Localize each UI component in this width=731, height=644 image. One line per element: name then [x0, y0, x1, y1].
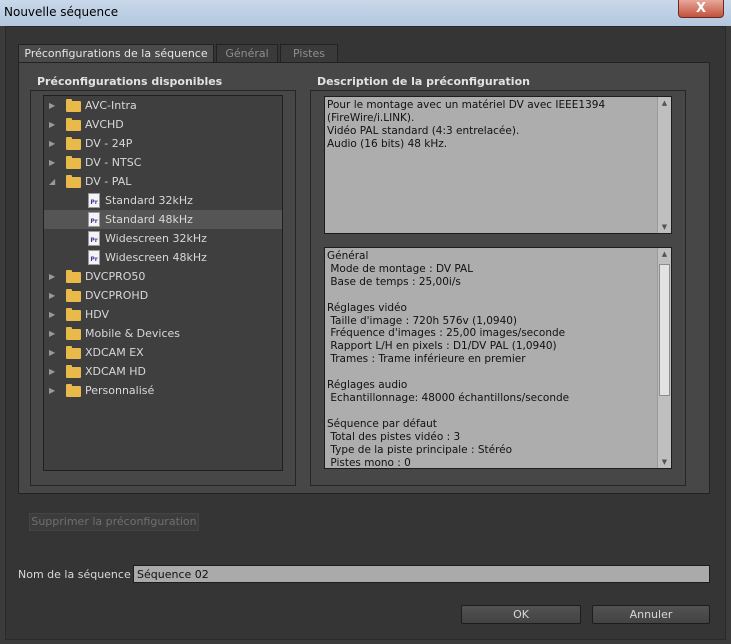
- tree-preset-item[interactable]: Pr Widescreen 32kHz: [44, 229, 282, 248]
- tree-preset-item[interactable]: Pr Standard 48kHz: [44, 210, 282, 229]
- premiere-preset-file-icon: Pr: [88, 212, 100, 227]
- close-icon: X: [695, 1, 707, 16]
- tree-folder-item[interactable]: ▶ Personnalisé: [44, 381, 282, 400]
- tab-tracks[interactable]: Pistes: [280, 44, 338, 62]
- collapsed-arrow-icon[interactable]: ▶: [49, 153, 59, 172]
- folder-icon: [66, 327, 81, 340]
- presets-tree[interactable]: ▶ AVC-Intra ▶ AVCHD ▶ DV - 24P ▶ DV - NTSC ◢ DV -…: [43, 95, 283, 471]
- expanded-arrow-icon[interactable]: ◢: [49, 172, 59, 191]
- tree-folder-item[interactable]: ▶ XDCAM EX: [44, 343, 282, 362]
- tab-general[interactable]: Général: [216, 44, 278, 62]
- tree-item-label: DVCPRO50: [85, 270, 146, 283]
- tree-item-label: Mobile & Devices: [85, 327, 181, 340]
- folder-icon: [66, 270, 81, 283]
- sequence-name-input[interactable]: [133, 565, 710, 583]
- tree-folder-item[interactable]: ▶ DVCPRO50: [44, 267, 282, 286]
- tree-folder-item[interactable]: ▶ HDV: [44, 305, 282, 324]
- collapsed-arrow-icon[interactable]: ▶: [49, 286, 59, 305]
- scroll-down-icon[interactable]: ▼: [658, 456, 671, 468]
- collapsed-arrow-icon[interactable]: ▶: [49, 362, 59, 381]
- description-title: Description de la préconfiguration: [317, 75, 530, 88]
- tree-folder-item[interactable]: ▶ XDCAM HD: [44, 362, 282, 381]
- collapsed-arrow-icon[interactable]: ▶: [49, 381, 59, 400]
- scroll-up-icon[interactable]: ▲: [658, 97, 671, 109]
- folder-icon: [66, 346, 81, 359]
- tree-item-label: DVCPROHD: [85, 289, 149, 302]
- tree-item-label: DV - NTSC: [85, 156, 142, 169]
- folder-icon: [66, 175, 81, 188]
- scroll-up-icon[interactable]: ▲: [658, 248, 671, 260]
- folder-icon: [66, 308, 81, 321]
- details-text: Général Mode de montage : DV PAL Base de…: [327, 250, 570, 469]
- collapsed-arrow-icon[interactable]: ▶: [49, 305, 59, 324]
- tree-item-label: Standard 48kHz: [105, 213, 193, 226]
- premiere-preset-file-icon: Pr: [88, 231, 100, 246]
- folder-icon: [66, 289, 81, 302]
- collapsed-arrow-icon[interactable]: ▶: [49, 324, 59, 343]
- description-text: Pour le montage avec un matériel DV avec…: [327, 99, 606, 150]
- tree-folder-item[interactable]: ▶ DV - 24P: [44, 134, 282, 153]
- folder-icon: [66, 137, 81, 150]
- folder-icon: [66, 365, 81, 378]
- ok-button[interactable]: OK: [461, 605, 581, 624]
- sequence-name-label: Nom de la séquence :: [18, 568, 138, 581]
- collapsed-arrow-icon[interactable]: ▶: [49, 115, 59, 134]
- tree-item-label: Standard 32kHz: [105, 194, 193, 207]
- collapsed-arrow-icon[interactable]: ▶: [49, 343, 59, 362]
- window-title: Nouvelle séquence: [4, 5, 119, 19]
- folder-icon: [66, 118, 81, 131]
- tree-folder-item[interactable]: ▶ DV - NTSC: [44, 153, 282, 172]
- tree-item-label: Widescreen 32kHz: [105, 232, 207, 245]
- close-button[interactable]: X: [678, 0, 724, 18]
- cancel-button[interactable]: Annuler: [592, 605, 710, 624]
- tree-preset-item[interactable]: Pr Widescreen 48kHz: [44, 248, 282, 267]
- description-scrollbar[interactable]: ▲ ▼: [657, 97, 671, 233]
- details-text-area[interactable]: Général Mode de montage : DV PAL Base de…: [324, 247, 672, 469]
- collapsed-arrow-icon[interactable]: ▶: [49, 267, 59, 286]
- tree-item-label: AVCHD: [85, 118, 124, 131]
- tree-folder-item[interactable]: ◢ DV - PAL: [44, 172, 282, 191]
- premiere-preset-file-icon: Pr: [88, 250, 100, 265]
- tree-item-label: AVC-Intra: [85, 99, 137, 112]
- presets-title: Préconfigurations disponibles: [37, 75, 223, 88]
- premiere-preset-file-icon: Pr: [88, 193, 100, 208]
- folder-icon: [66, 99, 81, 112]
- tree-item-label: Personnalisé: [85, 384, 155, 397]
- tree-folder-item[interactable]: ▶ AVCHD: [44, 115, 282, 134]
- details-scrollbar[interactable]: ▲ ▼: [657, 248, 671, 468]
- scroll-thumb[interactable]: [659, 264, 670, 396]
- tree-folder-item[interactable]: ▶ DVCPROHD: [44, 286, 282, 305]
- folder-icon: [66, 156, 81, 169]
- title-bar: Nouvelle séquence X: [0, 0, 731, 26]
- description-text-area[interactable]: Pour le montage avec un matériel DV avec…: [324, 96, 672, 234]
- tree-item-label: DV - PAL: [85, 175, 132, 188]
- tree-folder-item[interactable]: ▶ Mobile & Devices: [44, 324, 282, 343]
- tree-item-label: XDCAM HD: [85, 365, 146, 378]
- tree-item-label: XDCAM EX: [85, 346, 144, 359]
- tree-item-label: Widescreen 48kHz: [105, 251, 207, 264]
- delete-preset-button[interactable]: Supprimer la préconfiguration: [29, 513, 199, 531]
- scroll-down-icon[interactable]: ▼: [658, 221, 671, 233]
- tree-item-label: HDV: [85, 308, 110, 321]
- tree-item-label: DV - 24P: [85, 137, 133, 150]
- tree-preset-item[interactable]: Pr Standard 32kHz: [44, 191, 282, 210]
- collapsed-arrow-icon[interactable]: ▶: [49, 134, 59, 153]
- tab-sequence-presets[interactable]: Préconfigurations de la séquence: [18, 44, 214, 62]
- tree-folder-item[interactable]: ▶ AVC-Intra: [44, 96, 282, 115]
- collapsed-arrow-icon[interactable]: ▶: [49, 96, 59, 115]
- folder-icon: [66, 384, 81, 397]
